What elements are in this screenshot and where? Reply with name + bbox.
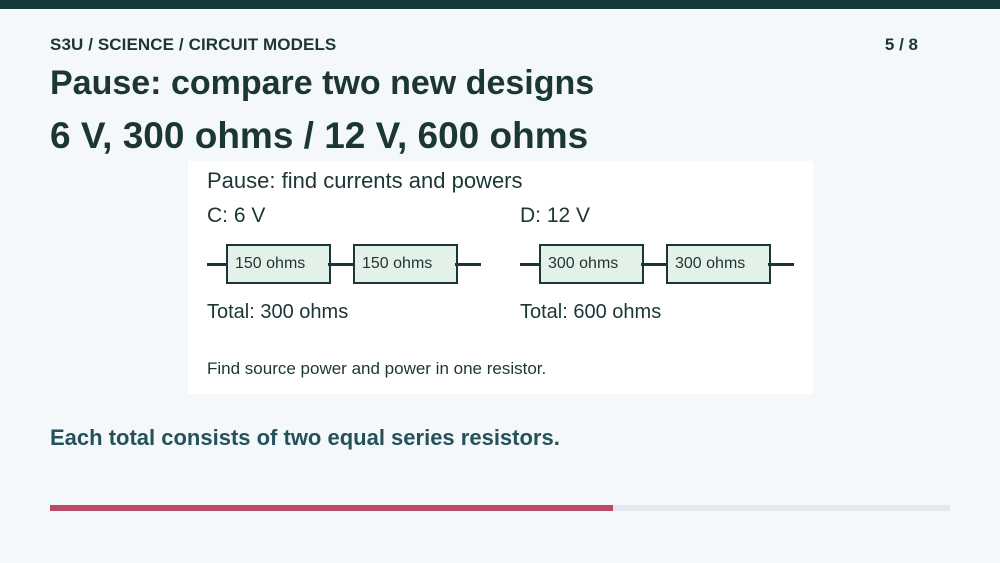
progress-track: [50, 505, 950, 511]
circuit-d-label: D: 12 V: [520, 204, 591, 227]
circuit-card: Pause: find currents and powers C: 6 V 1…: [188, 161, 813, 394]
circuit-d-total: Total: 600 ohms: [520, 301, 662, 323]
resistor: 150 ohms: [353, 244, 458, 284]
wire-segment: [207, 263, 228, 266]
resistor: 300 ohms: [539, 244, 644, 284]
page-title: Pause: compare two new designs: [50, 64, 595, 102]
top-accent-bar: [0, 0, 1000, 9]
wire-segment: [455, 263, 481, 266]
breadcrumb: S3U / SCIENCE / CIRCUIT MODELS: [50, 35, 337, 54]
wire-segment: [768, 263, 794, 266]
wire-segment: [641, 263, 668, 266]
page-indicator: 5 / 8: [884, 35, 918, 54]
summary-text: Each total consists of two equal series …: [50, 425, 560, 450]
circuit-d-diagram: 300 ohms 300 ohms: [520, 244, 794, 284]
resistor: 300 ohms: [666, 244, 771, 284]
wire-segment: [328, 263, 355, 266]
resistor: 150 ohms: [226, 244, 331, 284]
circuit-c-label: C: 6 V: [207, 204, 266, 227]
circuit-c-total: Total: 300 ohms: [207, 301, 349, 323]
wire-segment: [520, 263, 541, 266]
progress-fill: [50, 505, 613, 511]
instruction-note: Find source power and power in one resis…: [207, 359, 547, 378]
card-title: Pause: find currents and powers: [207, 168, 523, 193]
circuit-c-diagram: 150 ohms 150 ohms: [207, 244, 481, 284]
page-subtitle: 6 V, 300 ohms / 12 V, 600 ohms: [50, 115, 589, 156]
